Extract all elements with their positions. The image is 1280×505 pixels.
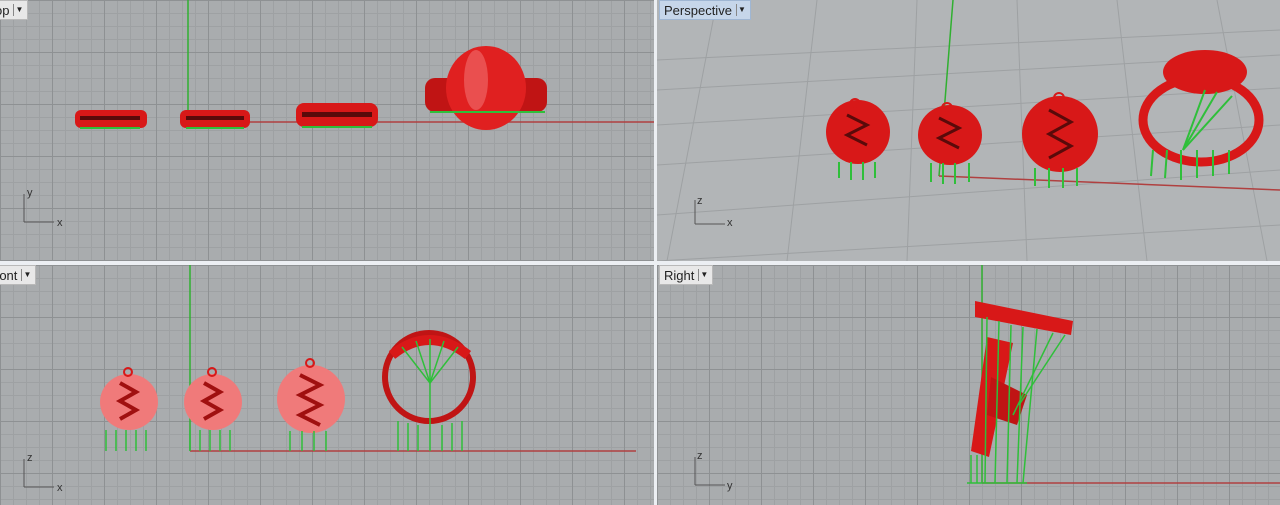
axis-widget-icon: z y: [694, 450, 733, 492]
pendant-3-persp: [1022, 92, 1098, 188]
pendant-1-persp: [826, 98, 890, 180]
ring-persp: [1138, 50, 1264, 180]
top-view-canvas: y x: [23, 0, 654, 229]
svg-text:x: x: [57, 482, 63, 494]
pendant-2-top: [180, 110, 250, 129]
front-view-canvas: z x: [23, 265, 636, 494]
svg-text:y: y: [27, 187, 33, 199]
svg-text:z: z: [697, 195, 703, 207]
right-view-canvas: z y: [694, 265, 1280, 492]
viewport-front[interactable]: ront ▼: [0, 265, 654, 505]
viewport-tab-front[interactable]: ront ▼: [0, 265, 37, 285]
viewport-top[interactable]: op ▼ y x: [0, 0, 654, 261]
svg-text:z: z: [697, 450, 703, 462]
axis-widget-icon: y x: [23, 187, 63, 229]
ring-right: [967, 301, 1073, 484]
svg-text:x: x: [727, 217, 733, 229]
viewport-tab-label: Perspective: [664, 2, 732, 18]
viewport-splitter-vertical[interactable]: [654, 0, 657, 505]
dropdown-arrow-icon[interactable]: ▼: [698, 269, 709, 281]
viewport-tab-label: ront: [0, 267, 18, 283]
viewport-tab-label: Right: [664, 267, 695, 283]
ring-top: [425, 46, 547, 130]
viewport-tab-top[interactable]: op ▼: [0, 0, 29, 20]
svg-text:y: y: [727, 480, 733, 492]
viewport-tab-right[interactable]: Right ▼: [659, 265, 714, 285]
viewport-tab-label: op: [0, 2, 10, 18]
viewport-right[interactable]: Right ▼ z y: [657, 265, 1280, 505]
viewport-perspective[interactable]: Perspective ▼ z x: [657, 0, 1280, 261]
pendant-1-top: [75, 110, 147, 129]
perspective-view-canvas: z x: [657, 0, 1280, 261]
dropdown-arrow-icon[interactable]: ▼: [13, 4, 24, 16]
ring-front: [382, 330, 476, 451]
pendant-3-top: [296, 103, 378, 128]
x-axis-line: [938, 175, 1280, 191]
viewport-splitter-horizontal[interactable]: [0, 261, 1280, 265]
svg-text:x: x: [57, 217, 63, 229]
dropdown-arrow-icon[interactable]: ▼: [735, 4, 747, 16]
dropdown-arrow-icon[interactable]: ▼: [21, 269, 32, 281]
svg-text:z: z: [27, 452, 33, 464]
pendant-1-front: [100, 367, 158, 451]
viewport-tab-perspective[interactable]: Perspective ▼: [659, 0, 751, 20]
axis-widget-icon: z x: [23, 452, 63, 494]
pendant-2-persp: [918, 102, 982, 184]
pendant-3-front: [277, 358, 345, 451]
pendant-2-front: [184, 367, 242, 451]
